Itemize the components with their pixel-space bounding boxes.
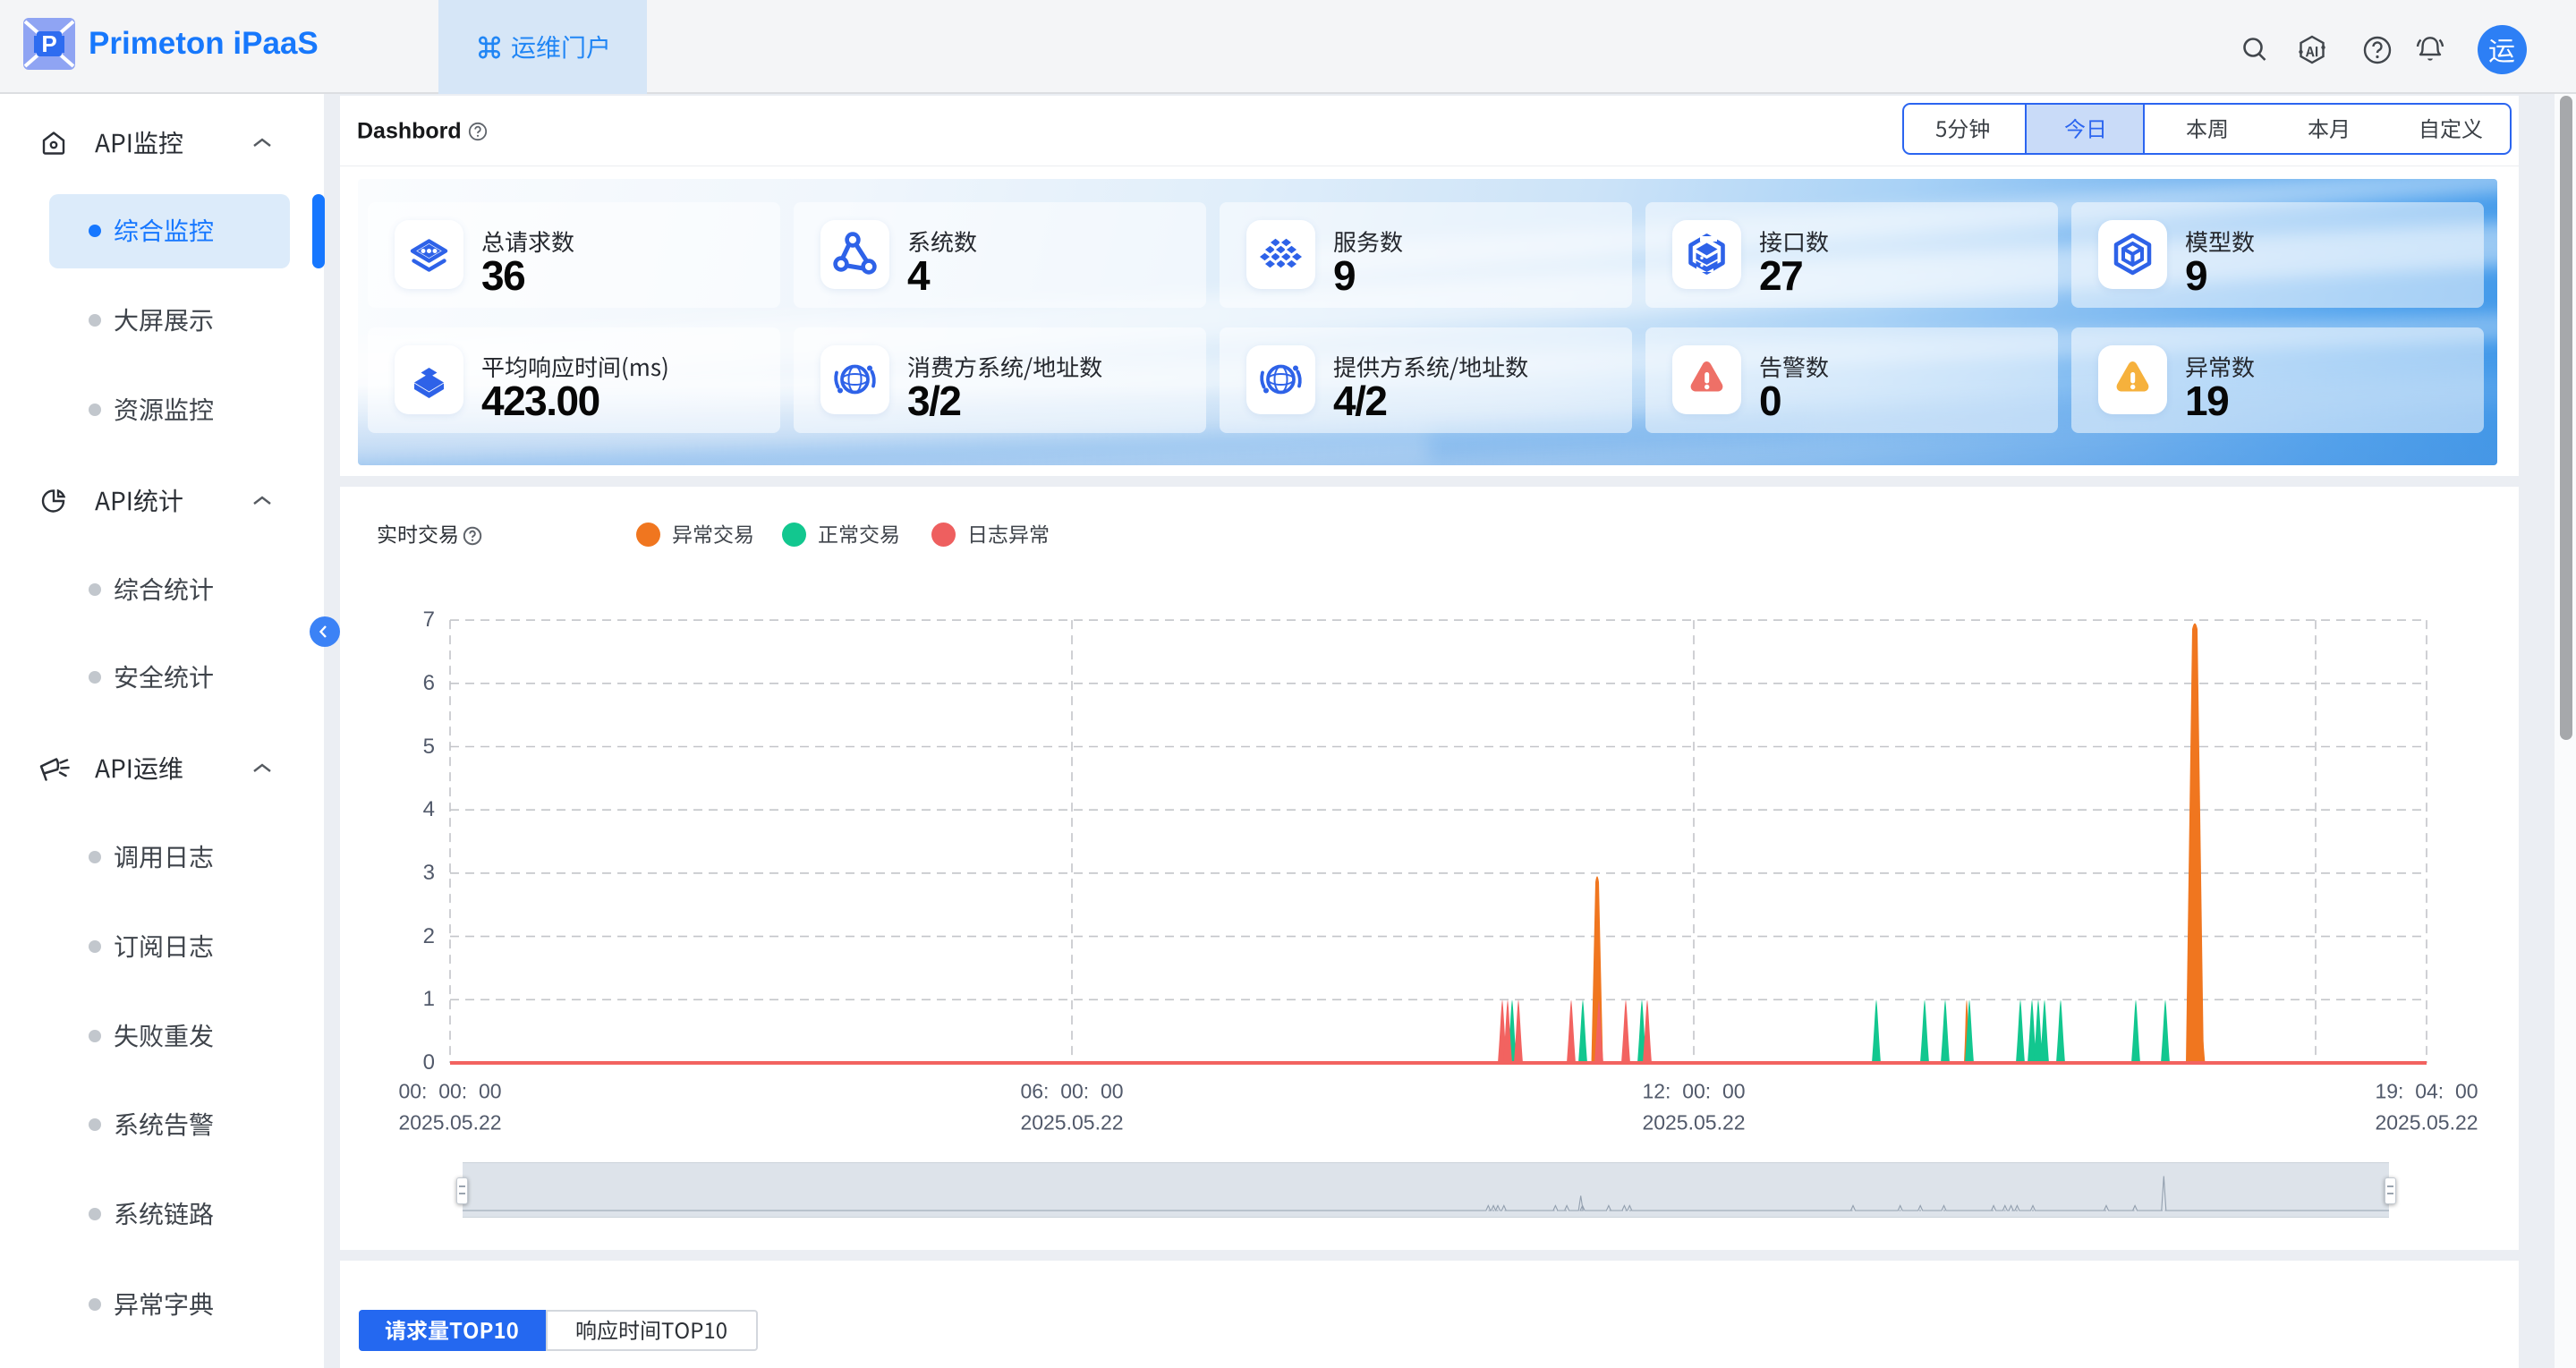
svg-text:P: P: [41, 30, 56, 57]
